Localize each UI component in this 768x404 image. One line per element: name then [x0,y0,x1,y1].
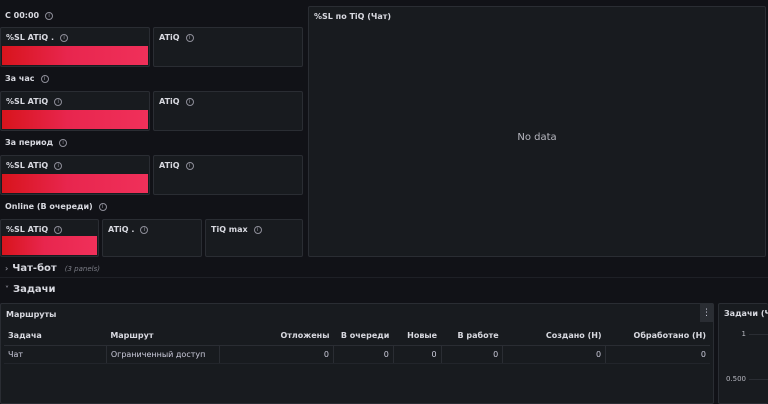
panel-title: %SL ATiQ i [6,225,63,234]
info-icon[interactable]: i [59,138,68,147]
stat-panel-sl-last-hour[interactable]: %SL ATiQ i [0,91,150,131]
grid-line [749,379,768,380]
table-row: Чат Ограниченный доступ 0 0 0 0 0 0 [4,345,710,364]
stat-panel-sl-online[interactable]: %SL ATiQ i [0,219,99,257]
panel-title: ATiQ i [159,33,194,42]
chart-panel-sl-by-tiq[interactable]: %SL по TiQ (Чат) No data [308,6,766,257]
routes-table: Задача Маршрут Отложены В очереди Новые … [4,327,710,364]
table-cell: 0 [392,345,442,364]
table-cell: Чат [4,345,107,364]
row-divider [0,277,768,278]
table-header-row: Задача Маршрут Отложены В очереди Новые … [4,327,710,346]
group-title-online: Online (В очереди) i [5,202,107,211]
column-header[interactable]: Маршрут [106,327,220,346]
info-icon[interactable]: i [253,225,262,234]
table-cell: 0 [502,345,606,364]
info-icon[interactable]: i [54,225,63,234]
info-icon[interactable]: i [54,161,63,170]
column-header[interactable]: В очереди [333,327,394,346]
info-icon[interactable]: i [54,97,63,106]
table-cell: 0 [605,345,710,364]
group-title-last-hour: За час i [5,74,49,83]
routes-table-wrap: Задача Маршрут Отложены В очереди Новые … [4,327,710,364]
panel-title: %SL по TiQ (Чат) [314,12,392,21]
info-icon[interactable]: i [45,11,54,20]
panel-title: TiQ max i [211,225,262,234]
info-icon[interactable]: i [40,74,49,83]
column-header[interactable]: Создано (Н) [502,327,606,346]
group-title-period: За период i [5,138,68,147]
y-tick-label: 0.500 [725,375,746,383]
stat-panel-tiq-max[interactable]: TiQ max i [205,219,303,257]
no-data-message: No data [517,132,557,143]
column-header[interactable]: Новые [393,327,442,346]
column-header[interactable]: В работе [441,327,503,346]
table-panel-routes[interactable]: Маршруты ⋮ Задача Маршрут Отложены В оче… [0,303,714,404]
column-header[interactable]: Задача [4,327,107,346]
panel-title: %SL ATiQ i [6,161,63,170]
panel-menu-icon[interactable]: ⋮ [700,304,713,322]
grid-line [749,334,768,335]
group-title-label: За час [5,74,35,83]
stat-bar [2,46,148,65]
stat-panel-atiq-since-midnight[interactable]: ATiQ i [153,27,303,67]
panel-title: Задачи (Ча [724,309,768,318]
stat-panel-atiq-last-hour[interactable]: ATiQ i [153,91,303,131]
info-icon[interactable]: i [98,202,107,211]
info-icon[interactable]: i [185,161,194,170]
column-header[interactable]: Отложены [219,327,334,346]
y-tick-label: 1 [741,330,746,338]
chevron-down-icon: ˅ [5,285,9,294]
table-cell: 0 [440,345,503,364]
row-title-label: Задачи [13,284,56,295]
panel-title: %SL ATiQ i [6,97,63,106]
stat-bar [2,174,148,193]
group-title-since-midnight: С 00:00 i [5,11,54,20]
row-header-tasks[interactable]: ˅ Задачи [5,284,56,295]
column-header[interactable]: Обработано (Н) [605,327,710,346]
group-title-label: За период [5,138,54,147]
graph-panel-tasks-chat[interactable]: Задачи (Ча 1 0.500 [718,303,768,404]
stat-panel-atiq-period[interactable]: ATiQ i [153,155,303,195]
stat-bar [2,236,97,255]
stat-panel-sl-period[interactable]: %SL ATiQ i [0,155,150,195]
group-title-label: Online (В очереди) [5,202,93,211]
row-header-chatbot[interactable]: › Чат-бот (3 panels) [5,263,100,274]
panel-title: ATiQ .i [108,225,149,234]
table-cell: 0 [332,345,394,364]
info-icon[interactable]: i [185,33,194,42]
info-icon[interactable]: i [185,97,194,106]
panel-title: ATiQ i [159,97,194,106]
info-icon[interactable]: i [60,33,69,42]
table-cell: Ограниченный доступ [105,345,220,364]
stat-panel-atiq-online[interactable]: ATiQ .i [102,219,202,257]
table-cell: 0 [218,345,334,364]
panel-title: Маршруты [6,310,57,319]
panel-title: ATiQ i [159,161,194,170]
stat-panel-sl-since-midnight[interactable]: %SL ATiQ .i [0,27,150,67]
chevron-right-icon: › [5,264,9,273]
panel-title: %SL ATiQ .i [6,33,69,42]
info-icon[interactable]: i [140,225,149,234]
stat-bar [2,110,148,129]
row-title-label: Чат-бот [12,263,57,274]
row-panel-count: (3 panels) [64,265,100,273]
group-title-label: С 00:00 [5,11,40,20]
